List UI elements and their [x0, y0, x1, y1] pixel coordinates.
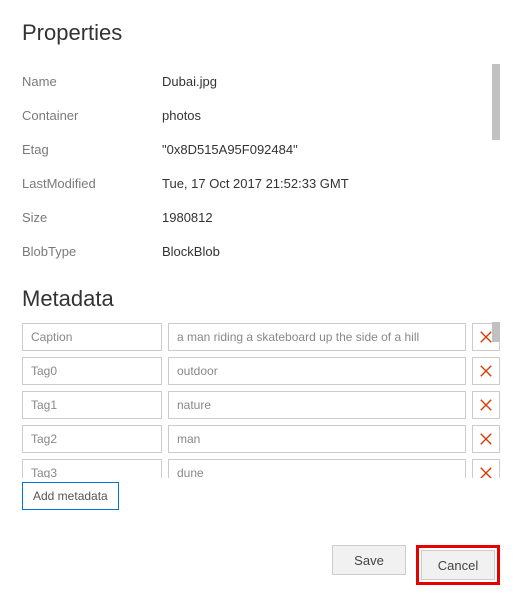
metadata-scrollbar[interactable]: [492, 322, 500, 478]
metadata-value-input[interactable]: [168, 459, 466, 478]
property-label-name: Name: [22, 74, 162, 89]
property-label-container: Container: [22, 108, 162, 123]
metadata-value-input[interactable]: [168, 391, 466, 419]
metadata-key-input[interactable]: [22, 391, 162, 419]
property-row: Etag "0x8D515A95F092484": [22, 132, 500, 166]
metadata-row: [22, 356, 500, 386]
close-icon: [479, 364, 493, 378]
property-label-lastmodified: LastModified: [22, 176, 162, 191]
property-row: Name Dubai.jpg: [22, 64, 500, 98]
close-icon: [479, 330, 493, 344]
close-icon: [479, 398, 493, 412]
scrollbar-thumb[interactable]: [492, 322, 500, 342]
metadata-row: [22, 390, 500, 420]
close-icon: [479, 466, 493, 478]
metadata-value-input[interactable]: [168, 425, 466, 453]
property-row: LastModified Tue, 17 Oct 2017 21:52:33 G…: [22, 166, 500, 200]
property-label-size: Size: [22, 210, 162, 225]
metadata-key-input[interactable]: [22, 357, 162, 385]
metadata-row: [22, 458, 500, 478]
property-value-blobtype: BlockBlob: [162, 244, 500, 259]
property-row: BlobType BlockBlob: [22, 234, 500, 268]
metadata-row: [22, 424, 500, 454]
properties-scrollbar[interactable]: [492, 64, 500, 280]
metadata-key-input[interactable]: [22, 425, 162, 453]
property-row: Size 1980812: [22, 200, 500, 234]
scrollbar-thumb[interactable]: [492, 64, 500, 140]
properties-panel: Name Dubai.jpg Container photos Etag "0x…: [22, 64, 500, 280]
property-value-size: 1980812: [162, 210, 500, 225]
property-value-etag: "0x8D515A95F092484": [162, 142, 500, 157]
metadata-key-input[interactable]: [22, 323, 162, 351]
property-label-etag: Etag: [22, 142, 162, 157]
save-button[interactable]: Save: [332, 545, 406, 575]
add-metadata-button[interactable]: Add metadata: [22, 482, 119, 510]
metadata-key-input[interactable]: [22, 459, 162, 478]
metadata-row: [22, 322, 500, 352]
metadata-panel: [22, 322, 500, 478]
metadata-heading: Metadata: [22, 286, 500, 312]
dialog-footer: Save Cancel: [332, 545, 500, 585]
metadata-value-input[interactable]: [168, 323, 466, 351]
property-value-leasestate: available: [162, 278, 500, 281]
close-icon: [479, 432, 493, 446]
property-value-container: photos: [162, 108, 500, 123]
metadata-value-input[interactable]: [168, 357, 466, 385]
property-row: LeaseState available: [22, 268, 500, 280]
cancel-highlight: Cancel: [416, 545, 500, 585]
property-value-name: Dubai.jpg: [162, 74, 500, 89]
property-label-blobtype: BlobType: [22, 244, 162, 259]
properties-heading: Properties: [22, 20, 500, 46]
property-value-lastmodified: Tue, 17 Oct 2017 21:52:33 GMT: [162, 176, 500, 191]
cancel-button[interactable]: Cancel: [421, 550, 495, 580]
property-row: Container photos: [22, 98, 500, 132]
property-label-leasestate: LeaseState: [22, 278, 162, 281]
